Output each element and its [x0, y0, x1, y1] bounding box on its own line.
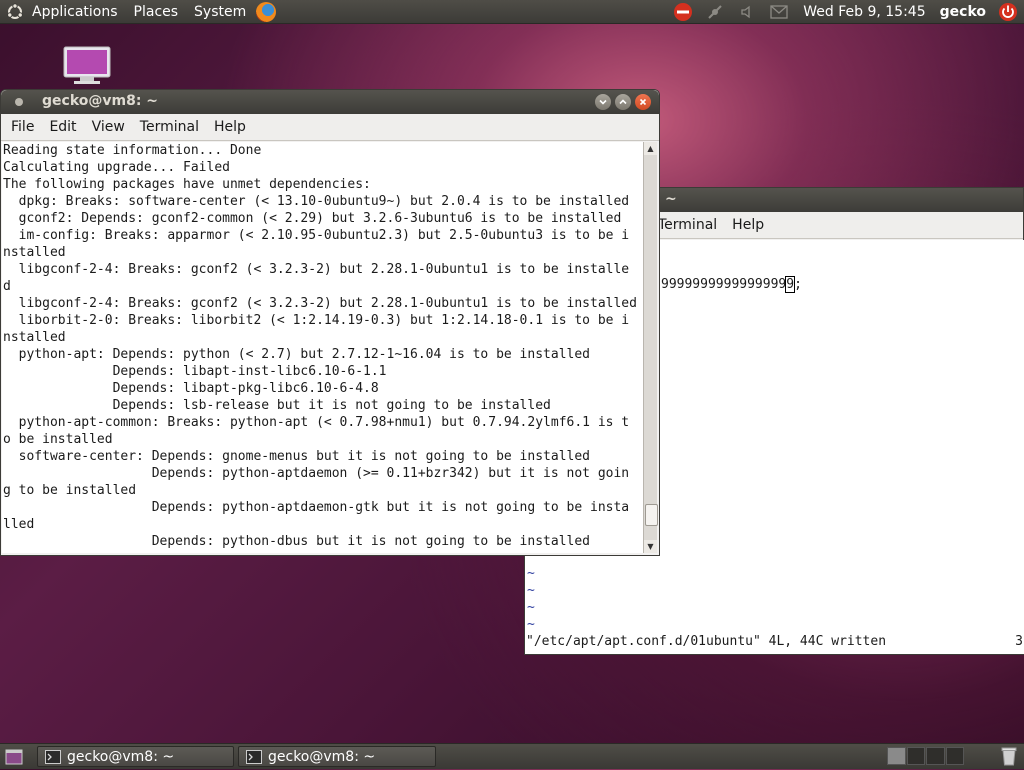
taskbar-item-label: gecko@vm8: ~ — [67, 748, 175, 765]
firefox-icon[interactable] — [256, 1, 277, 22]
terminal-line: Depends: libapt-pkg-libc6.10-6-4.8 — [3, 381, 379, 396]
taskbar-item[interactable]: gecko@vm8: ~ — [37, 746, 234, 767]
tilde-line: ~ — [527, 600, 535, 615]
terminal-line: python-apt-common: Breaks: python-apt (<… — [3, 415, 630, 430]
workspace-3[interactable] — [926, 747, 945, 765]
terminal-line: Reading state information... Done — [3, 143, 262, 158]
title-bar[interactable]: gecko@vm8: ~ — [1, 90, 659, 114]
vim-ruler: 3 — [1015, 634, 1023, 649]
scrollbar-thumb[interactable] — [645, 504, 658, 526]
chevron-up-icon — [619, 99, 627, 105]
terminal-line: libgconf-2-4: Breaks: gconf2 (< 3.2.3-2)… — [3, 262, 630, 277]
menu-applications[interactable]: Applications — [24, 0, 126, 24]
editor-text-tail: ; — [794, 277, 802, 292]
terminal-icon — [246, 749, 262, 764]
terminal-line: nstalled — [3, 245, 66, 260]
menu-edit[interactable]: Edit — [44, 119, 81, 135]
editor-line: 99999999999999999; — [661, 276, 802, 293]
terminal-line: Depends: lsb-release but it is not going… — [3, 398, 551, 413]
trash-icon[interactable] — [998, 746, 1020, 766]
workspace-1[interactable] — [887, 747, 906, 765]
terminal-line: libgconf-2-4: Breaks: gconf2 (< 3.2.3-2)… — [3, 296, 637, 311]
user-name[interactable]: gecko — [934, 4, 992, 20]
tilde-line: ~ — [527, 617, 535, 632]
editor-text: 9999999999999999 — [661, 277, 787, 292]
system-tray: Wed Feb 9, 15:45 gecko — [667, 0, 1024, 24]
terminal-line: o be installed — [3, 432, 113, 447]
terminal-line: Calculating upgrade... Failed — [3, 160, 230, 175]
scroll-up-button[interactable]: ▲ — [644, 142, 657, 155]
update-notifier-icon[interactable] — [673, 2, 693, 22]
window-title: gecko@vm8: ~ — [42, 93, 159, 109]
volume-icon[interactable] — [737, 2, 757, 22]
menu-places[interactable]: Places — [126, 0, 187, 24]
menu-help[interactable]: Help — [209, 119, 251, 135]
close-button[interactable] — [635, 94, 651, 110]
terminal-line: Depends: libapt-inst-libc6.10-6-1.1 — [3, 364, 387, 379]
ubuntu-logo-icon[interactable] — [6, 2, 24, 21]
mail-icon[interactable] — [769, 2, 789, 22]
show-desktop-button[interactable] — [3, 748, 25, 766]
terminal-line: Depends: python-aptdaemon-gtk but it is … — [3, 500, 630, 515]
desktop-icon — [5, 749, 23, 764]
maximize-button[interactable] — [615, 94, 631, 110]
menu-view[interactable]: View — [87, 119, 130, 135]
power-icon[interactable] — [998, 2, 1018, 22]
terminal-output[interactable]: Reading state information... Done Calcula… — [2, 142, 644, 553]
clock[interactable]: Wed Feb 9, 15:45 — [795, 4, 933, 20]
workspace-4[interactable] — [945, 747, 964, 765]
tilde-line: ~ — [527, 583, 535, 598]
terminal-icon — [45, 749, 61, 764]
terminal-line: liborbit-2-0: Breaks: liborbit2 (< 1:2.1… — [3, 313, 630, 328]
bottom-panel: gecko@vm8: ~ gecko@vm8: ~ — [0, 743, 1024, 769]
scrollbar[interactable]: ▲ ▼ — [643, 142, 658, 553]
terminal-line: d — [3, 279, 11, 294]
menu-bar: File Edit View Terminal Help — [1, 114, 659, 141]
scroll-down-button[interactable]: ▼ — [644, 540, 657, 553]
taskbar-item-label: gecko@vm8: ~ — [268, 748, 376, 765]
terminal-line: im-config: Breaks: apparmor (< 2.10.95-0… — [3, 228, 630, 243]
workspace-2[interactable] — [906, 747, 925, 765]
text-cursor: 9 — [785, 276, 796, 293]
empty-lines: ~ ~ ~ ~ — [527, 565, 535, 633]
menu-system[interactable]: System — [186, 0, 254, 24]
terminal-line: lled — [3, 517, 35, 532]
terminal-line: g to be installed — [3, 483, 137, 498]
menu-help[interactable]: Help — [727, 217, 769, 233]
menu-terminal[interactable]: Terminal — [653, 217, 722, 233]
close-icon — [639, 98, 647, 106]
menu-file[interactable]: File — [6, 119, 39, 135]
terminal-line: gconf2: Depends: gconf2-common (< 2.29) … — [3, 211, 622, 226]
window-menu-icon[interactable] — [15, 98, 23, 106]
chevron-down-icon — [599, 99, 607, 105]
terminal-line: python-apt: Depends: python (< 2.7) but … — [3, 347, 590, 362]
computer-icon[interactable] — [62, 46, 112, 86]
terminal-line: nstalled — [3, 330, 66, 345]
workspace-switcher[interactable] — [887, 747, 965, 765]
taskbar-item[interactable]: gecko@vm8: ~ — [238, 746, 436, 767]
menu-terminal[interactable]: Terminal — [135, 119, 204, 135]
minimize-button[interactable] — [595, 94, 611, 110]
terminal-window-front[interactable]: gecko@vm8: ~ File Edit View Terminal Hel… — [0, 89, 660, 556]
network-icon[interactable] — [705, 2, 725, 22]
terminal-line: Depends: python-dbus but it is not going… — [3, 534, 590, 549]
terminal-line: dpkg: Breaks: software-center (< 13.10-0… — [3, 194, 630, 209]
window-title: ~ — [665, 191, 677, 207]
tilde-line: ~ — [527, 566, 535, 581]
terminal-line: The following packages have unmet depend… — [3, 177, 371, 192]
vim-status-line: "/etc/apt/apt.conf.d/01ubuntu" 4L, 44C w… — [526, 634, 887, 649]
terminal-line: Depends: python-aptdaemon (>= 0.11+bzr34… — [3, 466, 630, 481]
terminal-line: software-center: Depends: gnome-menus bu… — [3, 449, 590, 464]
top-panel: Applications Places System Wed Feb 9, 15… — [0, 0, 1024, 24]
